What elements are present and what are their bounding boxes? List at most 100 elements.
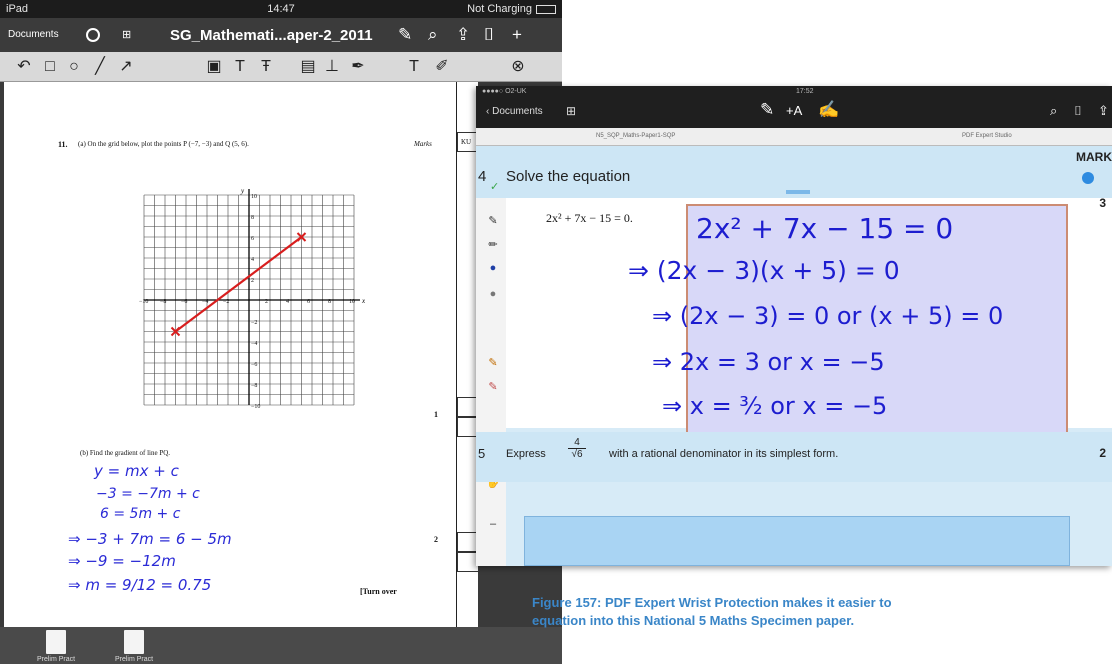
recent-icon[interactable] bbox=[86, 28, 100, 42]
search-icon[interactable]: ⌕ bbox=[428, 25, 438, 45]
margin-box bbox=[457, 552, 478, 572]
pencil-tool-icon[interactable]: ✏ bbox=[486, 238, 500, 251]
question-4-band: 4 Solve the equation MARK ✓ bbox=[476, 146, 1112, 198]
y-tick-label: 8 bbox=[251, 215, 254, 221]
document-tabs: N5_SQP_Maths-Paper1-SQP PDF Expert Studi… bbox=[476, 128, 1112, 146]
x-tick-label: −4 bbox=[202, 299, 208, 305]
textbox-icon[interactable]: ▣ bbox=[204, 57, 224, 77]
strikethrough-icon[interactable]: Ŧ bbox=[256, 57, 276, 77]
underline-icon[interactable]: T bbox=[230, 57, 250, 77]
figure: iPad 14:47 Not Charging Documents ⊞ SG_M… bbox=[0, 0, 1112, 664]
annotation-toolbar: ↶ □ ○ ╱ ↗ ▣ T Ŧ ▤ ⊥ ✒ T ✐ ⊗ bbox=[0, 52, 562, 82]
documents-button[interactable]: ‹ Documents bbox=[486, 106, 543, 117]
book-icon[interactable]: ⌷ bbox=[484, 25, 494, 45]
question-text: (a) On the grid below, plot the points P… bbox=[78, 140, 249, 148]
pen-icon[interactable]: ✎ bbox=[398, 25, 412, 45]
pdf-page[interactable]: 11. (a) On the grid below, plot the poin… bbox=[4, 82, 478, 627]
margin-code: KU bbox=[461, 138, 472, 146]
carrier-label: ●●●●○ O2-UK bbox=[482, 88, 527, 95]
highlighter-icon[interactable]: ✐ bbox=[432, 57, 452, 77]
handwriting-line: ⇒ −9 = −12m bbox=[68, 552, 176, 570]
check-icon bbox=[1082, 172, 1094, 184]
answer-box[interactable] bbox=[524, 516, 1070, 566]
thumbnails-icon[interactable]: ⊞ bbox=[566, 104, 576, 118]
recent-document[interactable]: Prelim Pract bbox=[36, 630, 76, 663]
stamp-icon[interactable]: ⊥ bbox=[322, 57, 342, 77]
question-text-before: Express bbox=[506, 448, 546, 460]
handwriting-line: ⇒ m = 9/12 = 0.75 bbox=[68, 576, 212, 594]
y-axis-label: y bbox=[240, 187, 245, 195]
fraction-denominator: √6 bbox=[571, 449, 583, 460]
signature-icon[interactable]: ✒ bbox=[348, 57, 368, 77]
caption-line: Figure 157: PDF Expert Wrist Protection … bbox=[532, 595, 892, 610]
question-number: 11. bbox=[58, 140, 68, 149]
document-label: Prelim Pract bbox=[36, 656, 76, 663]
nav-bar: Documents ⊞ SG_Mathemati...aper-2_2011 ✎… bbox=[0, 18, 562, 52]
y-tick-label: −2 bbox=[251, 320, 257, 326]
y-tick-label: 10 bbox=[251, 194, 257, 200]
pen-icon[interactable]: ✎ bbox=[760, 100, 774, 120]
x-axis-label: x bbox=[361, 297, 366, 305]
margin-box bbox=[457, 397, 478, 417]
y-tick-label: 2 bbox=[251, 278, 254, 284]
x-tick-label: 2 bbox=[265, 299, 268, 305]
ellipse-icon[interactable]: ○ bbox=[64, 57, 84, 77]
add-icon[interactable]: + bbox=[512, 25, 522, 45]
ink-line: ⇒ x = ³⁄₂ or x = −5 bbox=[662, 392, 888, 420]
pen-tool-icon[interactable]: ✎ bbox=[486, 214, 500, 227]
grey-color-icon[interactable]: ● bbox=[486, 288, 500, 300]
tick-icon: ✓ bbox=[490, 181, 500, 193]
figure-caption: Figure 157: PDF Expert Wrist Protection … bbox=[532, 594, 1112, 630]
tab-label[interactable]: N5_SQP_Maths-Paper1-SQP bbox=[596, 133, 675, 139]
marks-column: KU bbox=[456, 82, 478, 627]
ink-line: ⇒ (2x − 3) = 0 or (x + 5) = 0 bbox=[652, 302, 1004, 330]
ink-line: ⇒ 2x = 3 or x = −5 bbox=[652, 348, 885, 376]
recent-documents-bar: Prelim Pract Prelim Pract bbox=[0, 627, 562, 664]
share-icon[interactable]: ⇪ bbox=[1098, 103, 1109, 119]
note-icon[interactable]: ▤ bbox=[298, 57, 318, 77]
documents-button[interactable]: Documents bbox=[8, 29, 59, 40]
x-tick-label: −6 bbox=[181, 299, 187, 305]
marks-heading: Marks bbox=[414, 140, 432, 148]
undo-icon[interactable]: ↶ bbox=[14, 57, 34, 77]
edit-icon[interactable]: ✍ bbox=[818, 100, 839, 120]
document-icon bbox=[124, 630, 144, 654]
tab-label[interactable]: PDF Expert Studio bbox=[962, 133, 1012, 139]
document-icon bbox=[46, 630, 66, 654]
marks-header: MARK bbox=[1076, 150, 1112, 164]
book-icon[interactable]: ⌷ bbox=[1074, 103, 1082, 119]
margin-box bbox=[457, 417, 478, 437]
x-tick-label: 6 bbox=[307, 299, 310, 305]
ink-annotation-box[interactable]: 2x² + 7x − 15 = 0 ⇒ (2x − 3)(x + 5) = 0 … bbox=[628, 204, 1068, 434]
x-tick-label: 8 bbox=[328, 299, 331, 305]
orange-pen-icon[interactable]: ✎ bbox=[486, 356, 500, 369]
recent-document[interactable]: Prelim Pract bbox=[114, 630, 154, 663]
x-tick-label: 10 bbox=[349, 299, 355, 305]
mark-5: 2 bbox=[1099, 446, 1106, 460]
text-icon[interactable]: T bbox=[404, 57, 424, 77]
equation-text: 2x² + 7x − 15 = 0. bbox=[546, 211, 633, 225]
status-bar: iPad 14:47 Not Charging bbox=[0, 0, 562, 18]
line-icon[interactable]: ╱ bbox=[90, 57, 110, 77]
fraction: 4 √6 bbox=[568, 437, 586, 460]
mark-4: 3 bbox=[1099, 196, 1106, 210]
turn-over: [Turn over bbox=[360, 587, 397, 596]
handwriting-line: ⇒ −3 + 7m = 6 − 5m bbox=[68, 530, 232, 548]
search-icon[interactable]: ⌕ bbox=[1050, 103, 1057, 119]
arrow-icon[interactable]: ↗ bbox=[116, 57, 136, 77]
handwriting-line: −3 = −7m + c bbox=[96, 486, 200, 502]
close-icon[interactable]: ⊗ bbox=[508, 57, 528, 77]
blue-color-icon[interactable]: ● bbox=[486, 262, 500, 274]
caption-line: equation into this National 5 Maths Spec… bbox=[532, 613, 855, 628]
text-size-icon[interactable]: +A bbox=[786, 103, 802, 118]
minus-icon[interactable]: – bbox=[486, 518, 500, 530]
red-pen-icon[interactable]: ✎ bbox=[486, 380, 500, 393]
y-tick-label: −4 bbox=[251, 341, 257, 347]
share-icon[interactable]: ⇪ bbox=[456, 25, 470, 45]
rectangle-icon[interactable]: □ bbox=[40, 57, 60, 77]
fraction-numerator: 4 bbox=[568, 437, 586, 449]
handwriting-line: 6 = 5m + c bbox=[100, 506, 181, 522]
ipad-screen-right: ●●●●○ O2-UK 17:52 ‹ Documents ⊞ ✎ +A ✍ ⌕… bbox=[476, 86, 1112, 566]
mark-a: 1 bbox=[434, 410, 438, 419]
thumbnails-icon[interactable]: ⊞ bbox=[122, 29, 134, 41]
